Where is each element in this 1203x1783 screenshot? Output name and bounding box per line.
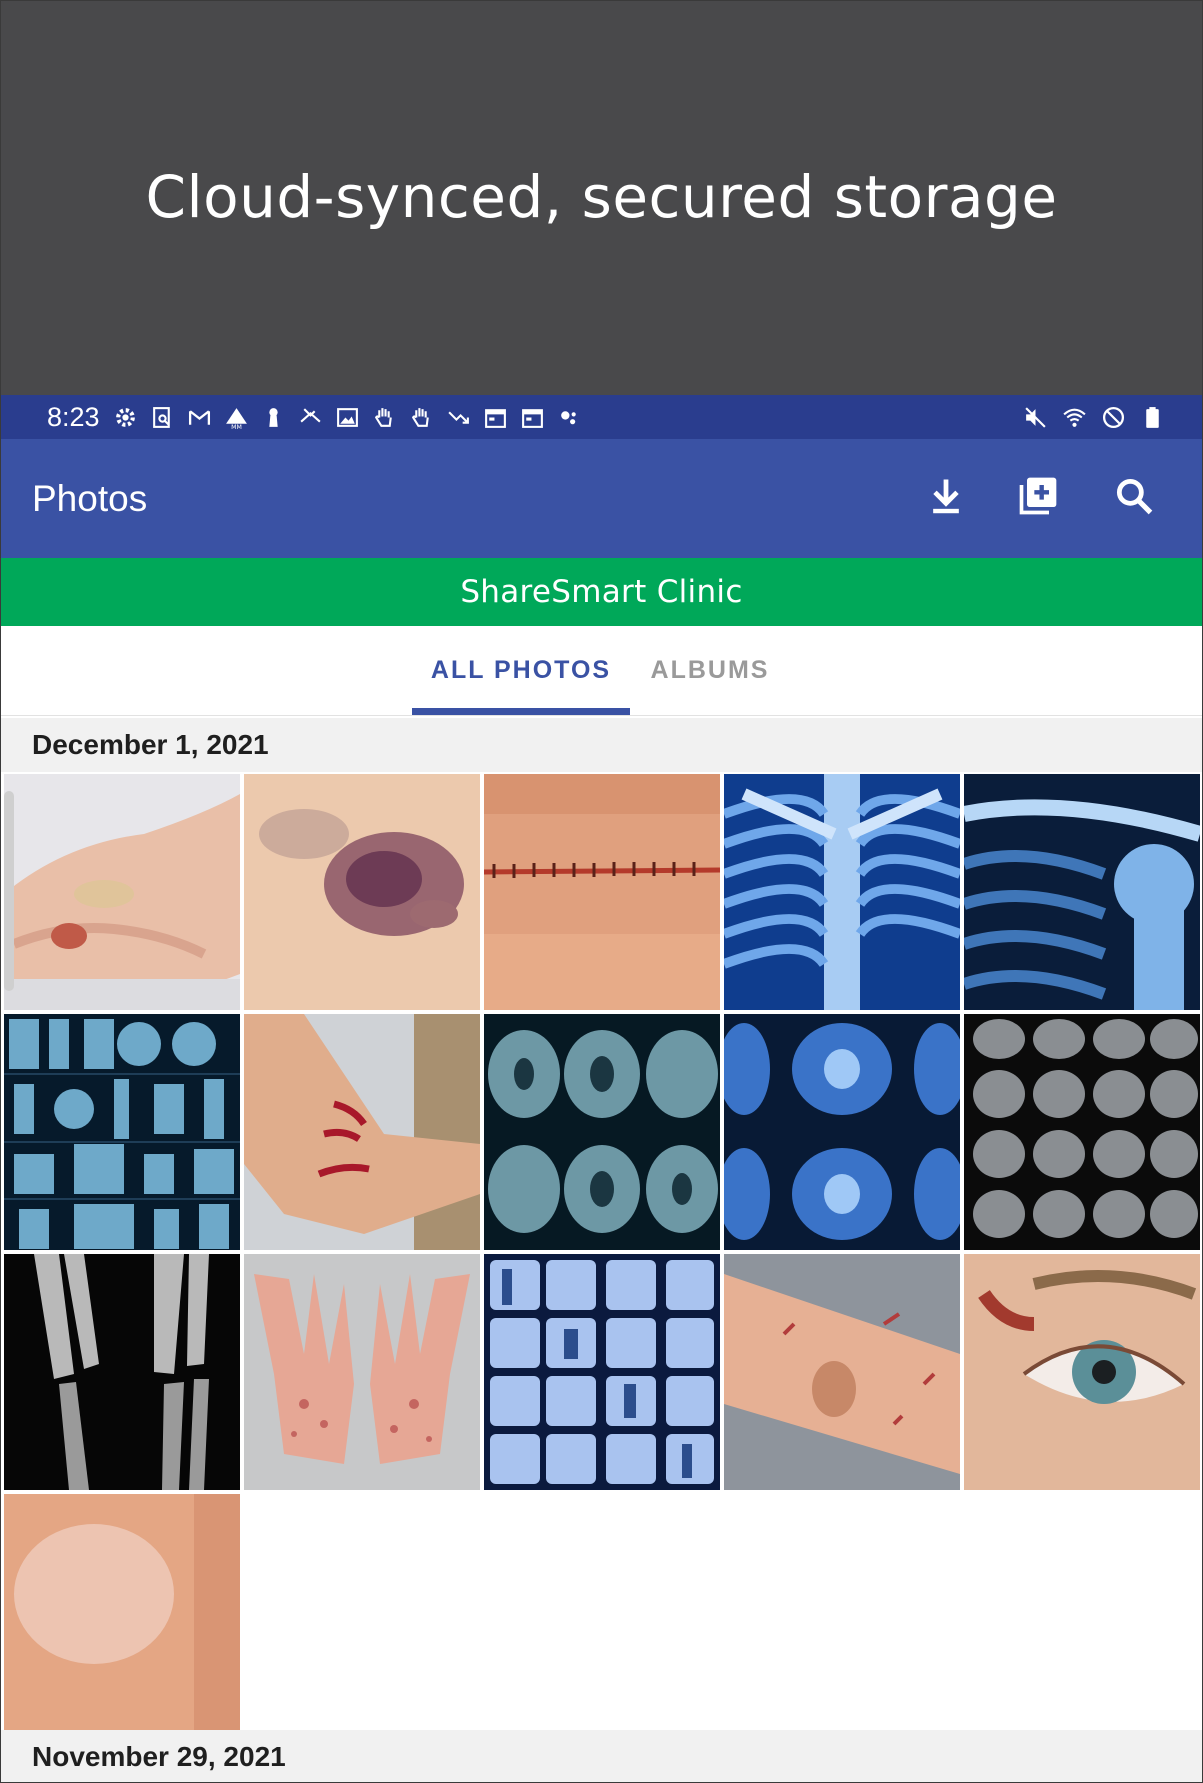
photo-thumbnail[interactable] xyxy=(484,774,720,1010)
promo-banner: Cloud-synced, secured storage xyxy=(1,1,1202,395)
banner-text: Cloud-synced, secured storage xyxy=(145,163,1058,231)
scrollbar-thumb[interactable] xyxy=(4,791,14,991)
image-icon xyxy=(334,404,361,431)
photo-thumbnail[interactable] xyxy=(244,774,480,1010)
clinic-bar[interactable]: ShareSmart Clinic xyxy=(1,558,1202,626)
search-icon xyxy=(1112,474,1156,523)
trend-down-icon xyxy=(445,404,472,431)
photo-thumbnail[interactable] xyxy=(4,1014,240,1250)
app-bar: Photos xyxy=(1,439,1202,558)
missed-call-icon xyxy=(297,404,324,431)
tab-indicator xyxy=(412,708,630,715)
notification-icons: MM xyxy=(112,404,583,431)
screen: Cloud-synced, secured storage 8:23 MM Ph xyxy=(0,0,1203,1783)
do-not-disturb-icon xyxy=(1100,404,1127,431)
hand-icon xyxy=(371,404,398,431)
add-album-icon xyxy=(1016,474,1060,523)
section-date: November 29, 2021 xyxy=(32,1741,286,1772)
clinic-name: ShareSmart Clinic xyxy=(460,574,743,610)
photo-thumbnail[interactable] xyxy=(4,774,240,1010)
gmail-icon xyxy=(186,404,213,431)
calendar-icon xyxy=(482,404,509,431)
download-icon xyxy=(924,474,968,523)
section-header: November 29, 2021 xyxy=(1,1730,1202,1782)
photo-thumbnail[interactable] xyxy=(484,1254,720,1490)
photo-thumbnail[interactable] xyxy=(4,1494,240,1730)
add-album-button[interactable] xyxy=(1010,471,1066,527)
wifi-icon xyxy=(1061,404,1088,431)
tab-albums[interactable]: ALBUMS xyxy=(630,626,790,715)
search-button[interactable] xyxy=(1106,471,1162,527)
tab-bar: ALL PHOTOS ALBUMS xyxy=(1,626,1202,716)
photo-thumbnail[interactable] xyxy=(964,1014,1200,1250)
photo-thumbnail[interactable] xyxy=(244,1254,480,1490)
drive-warning-icon: MM xyxy=(223,404,250,431)
calendar-icon xyxy=(519,404,546,431)
photo-thumbnail[interactable] xyxy=(484,1014,720,1250)
tab-all-photos[interactable]: ALL PHOTOS xyxy=(412,626,630,715)
gear-icon xyxy=(112,404,139,431)
status-bar: 8:23 MM xyxy=(1,395,1202,439)
svg-text:MM: MM xyxy=(231,423,242,429)
status-time: 8:23 xyxy=(47,401,100,432)
section-header: December 1, 2021 xyxy=(1,718,1202,772)
system-icons xyxy=(1022,404,1166,431)
photo-thumbnail[interactable] xyxy=(724,1254,960,1490)
photo-thumbnail[interactable] xyxy=(964,774,1200,1010)
battery-icon xyxy=(1139,404,1166,431)
photo-grid xyxy=(4,774,1200,1730)
mute-icon xyxy=(1022,404,1049,431)
photo-thumbnail[interactable] xyxy=(964,1254,1200,1490)
page-title: Photos xyxy=(32,477,148,519)
screenshot-search-icon xyxy=(149,404,176,431)
app-bar-actions xyxy=(918,471,1202,527)
keyhole-icon xyxy=(260,404,287,431)
dots-icon xyxy=(556,404,583,431)
download-button[interactable] xyxy=(918,471,974,527)
photo-thumbnail[interactable] xyxy=(724,1014,960,1250)
photo-thumbnail[interactable] xyxy=(724,774,960,1010)
photo-thumbnail[interactable] xyxy=(4,1254,240,1490)
hand-icon xyxy=(408,404,435,431)
section-date: December 1, 2021 xyxy=(32,729,269,760)
photo-thumbnail[interactable] xyxy=(244,1014,480,1250)
